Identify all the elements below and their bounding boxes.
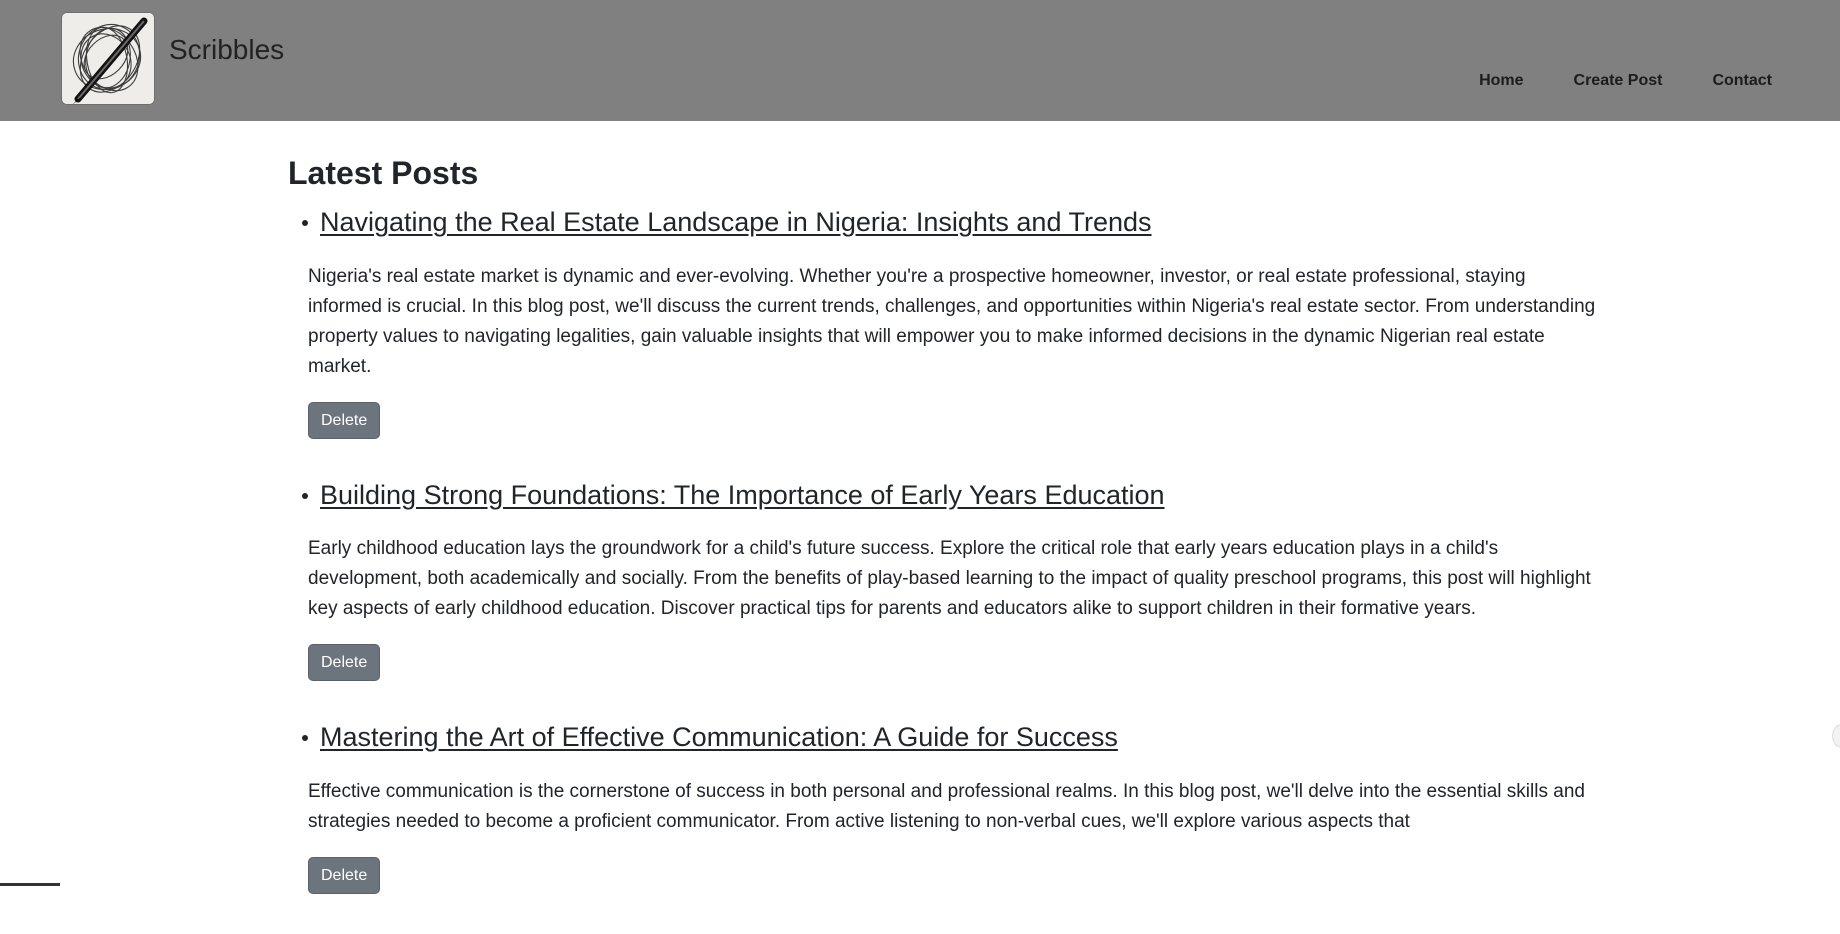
logo[interactable] — [61, 12, 155, 105]
post-list: Navigating the Real Estate Landscape in … — [288, 206, 1578, 893]
floating-widget-edge[interactable] — [1832, 724, 1840, 748]
post-body: Effective communication is the cornersto… — [308, 777, 1598, 837]
bullet-icon — [302, 493, 308, 499]
main-content: Latest Posts Navigating the Real Estate … — [288, 121, 1578, 934]
post-item: Building Strong Foundations: The Importa… — [288, 479, 1578, 681]
delete-button[interactable]: Delete — [308, 857, 380, 894]
nav-create-post[interactable]: Create Post — [1574, 72, 1663, 90]
post-body: Early childhood education lays the groun… — [308, 534, 1598, 624]
bullet-icon — [302, 735, 308, 741]
nav-contact[interactable]: Contact — [1712, 72, 1772, 90]
post-title-link[interactable]: Building Strong Foundations: The Importa… — [320, 479, 1165, 511]
nav-home[interactable]: Home — [1479, 72, 1523, 90]
scribble-pen-logo-icon — [62, 13, 155, 105]
post-body: Nigeria's real estate market is dynamic … — [308, 262, 1598, 382]
page-title: Latest Posts — [288, 154, 1578, 192]
delete-button[interactable]: Delete — [308, 402, 380, 439]
post-item: Navigating the Real Estate Landscape in … — [288, 206, 1578, 438]
post-title-link[interactable]: Navigating the Real Estate Landscape in … — [320, 206, 1152, 238]
site-header: Scribbles Home Create Post Contact — [0, 0, 1840, 121]
brand-title[interactable]: Scribbles — [169, 34, 284, 66]
delete-button[interactable]: Delete — [308, 644, 380, 681]
main-nav: Home Create Post Contact — [1429, 72, 1772, 90]
bullet-icon — [302, 220, 308, 226]
post-item: Mastering the Art of Effective Communica… — [288, 721, 1578, 893]
post-title-link[interactable]: Mastering the Art of Effective Communica… — [320, 721, 1118, 753]
